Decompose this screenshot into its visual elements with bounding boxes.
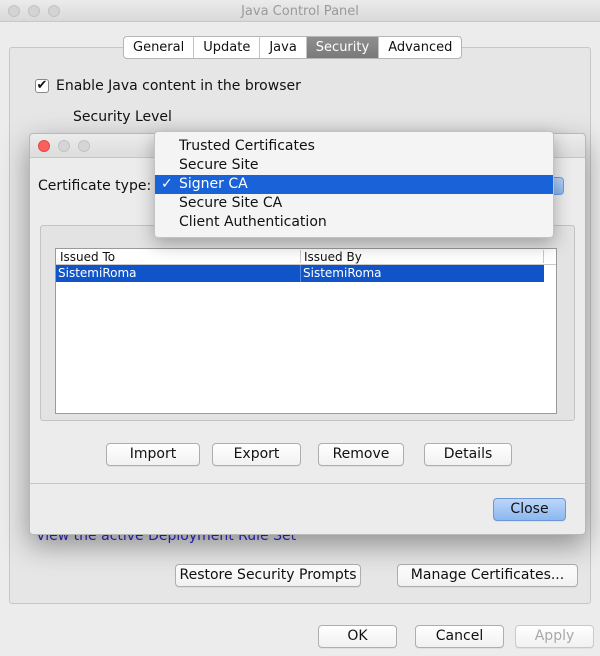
tab-update[interactable]: Update [194,37,261,58]
option-trusted-certificates[interactable]: Trusted Certificates [155,137,553,156]
remove-button[interactable]: Remove [318,443,404,466]
table-header: Issued To Issued By [56,249,556,265]
dialog-footer-divider [30,483,585,484]
option-label: Signer CA [179,176,248,192]
dialog-minimize-icon [58,140,70,152]
details-button[interactable]: Details [424,443,512,466]
apply-button: Apply [515,625,594,648]
option-secure-site-ca[interactable]: Secure Site CA [155,194,553,213]
option-label: Secure Site [179,157,259,173]
enable-java-checkbox[interactable]: ✔ [35,79,49,93]
table-row[interactable]: SistemiRoma SistemiRoma [56,265,544,282]
column-issued-by[interactable]: Issued By [304,250,362,264]
cancel-button[interactable]: Cancel [415,625,504,648]
issued-to-cell: SistemiRoma [58,266,137,280]
window-title: Java Control Panel [241,4,359,19]
export-button[interactable]: Export [212,443,301,466]
tab-java[interactable]: Java [260,37,307,58]
import-button[interactable]: Import [106,443,200,466]
certificates-table[interactable]: Issued To Issued By SistemiRoma SistemiR… [55,248,557,414]
manage-certificates-button[interactable]: Manage Certificates... [397,564,578,587]
dialog-close-icon[interactable] [38,140,50,152]
option-label: Client Authentication [179,214,327,230]
ok-button[interactable]: OK [318,625,397,648]
option-label: Secure Site CA [179,195,283,211]
cell-divider [300,265,301,282]
option-signer-ca[interactable]: ✓ Signer CA [155,175,553,194]
restore-security-prompts-button[interactable]: Restore Security Prompts [175,564,361,587]
tab-general[interactable]: General [124,37,195,58]
tab-advanced[interactable]: Advanced [379,37,461,58]
option-label: Trusted Certificates [179,138,315,154]
certificate-type-dropdown: Trusted Certificates Secure Site ✓ Signe… [154,131,554,238]
security-level-label: Security Level [73,109,172,125]
tab-bar: General Update Java Security Advanced [123,36,463,59]
close-button[interactable]: Close [493,498,566,521]
option-client-authentication[interactable]: Client Authentication [155,213,553,232]
tab-security[interactable]: Security [306,37,380,58]
dialog-zoom-icon [78,140,90,152]
column-issued-to[interactable]: Issued To [60,250,115,264]
issued-by-cell: SistemiRoma [303,266,382,280]
column-divider [300,250,301,263]
enable-java-label: Enable Java content in the browser [56,78,301,94]
certificate-type-label: Certificate type: [38,178,152,194]
checkmark-icon: ✓ [161,176,173,192]
column-divider [543,250,544,263]
option-secure-site[interactable]: Secure Site [155,156,553,175]
title-bar: Java Control Panel [0,0,600,22]
